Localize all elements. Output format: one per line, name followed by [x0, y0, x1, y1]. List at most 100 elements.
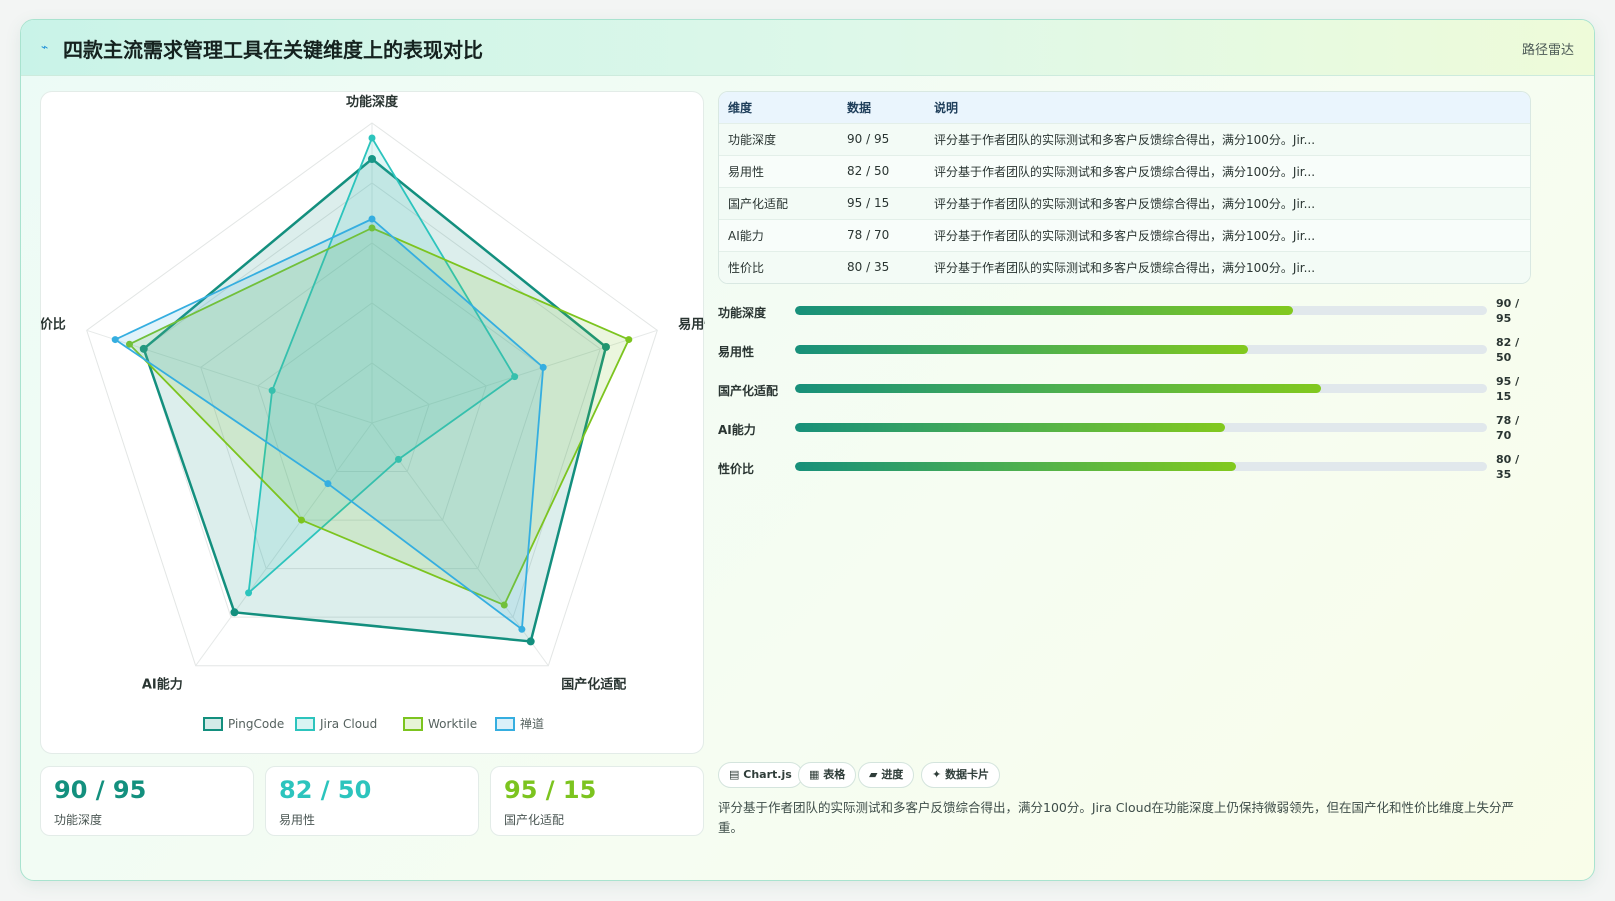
radar-point — [368, 215, 376, 223]
progress-label: AI能力 — [718, 423, 756, 437]
radar-point — [297, 516, 305, 524]
table-cell: 功能深度 — [728, 132, 777, 147]
stat-card-usability: 82 / 50 易用性 — [265, 766, 479, 836]
table-cell: 90 / 95 — [847, 132, 890, 146]
table-row: AI能力 78 / 70 评分基于作者团队的实际测试和多客户反馈综合得出，满分1… — [719, 219, 1530, 251]
radar-chart: 功能深度易用性国产化适配 AI能力 性价比 PingCode Jira Cloud Wo… — [41, 94, 705, 731]
table-header-row: 维度 数据 说明 — [719, 92, 1530, 123]
radar-point — [526, 637, 535, 646]
progress-icon: ▰ — [869, 768, 878, 781]
chip-chartjs[interactable]: ▤ Chart.js — [718, 762, 803, 788]
dashboard-card: ⌁ 四款主流需求管理工具在关键维度上的表现对比 路径雷达 功能深度易用性国产化适… — [20, 19, 1595, 881]
progress-track — [795, 306, 1487, 315]
progress-label: 易用性 — [718, 345, 755, 359]
stat-value: 95 / 15 — [504, 776, 597, 804]
progress-label: 国产化适配 — [718, 384, 779, 398]
legend-item-label: 禅道 — [520, 717, 544, 731]
progress-row: 易用性 82 / 50 — [718, 335, 1531, 367]
chip-label: 数据卡片 — [945, 768, 990, 781]
progress-track — [795, 384, 1487, 393]
sparkle-icon: ✦ — [932, 768, 942, 781]
table-cell: 评分基于作者团队的实际测试和多客户反馈综合得出，满分100分。Jir... — [934, 228, 1316, 243]
legend-item-label: PingCode — [228, 717, 284, 731]
progress-value: 80 / 35 — [1496, 453, 1520, 481]
legend-swatch — [495, 717, 515, 731]
radar-point — [324, 480, 332, 488]
radar-chart-panel: 功能深度易用性国产化适配 AI能力 性价比 PingCode Jira Cloud Wo… — [40, 91, 705, 754]
progress-fill — [795, 306, 1294, 315]
radar-axis-label: AI能力 — [142, 677, 183, 693]
footnote: 评分基于作者团队的实际测试和多客户反馈综合得出，满分100分。Jira Clou… — [718, 800, 1514, 835]
radar-axis-label: 国产化适配 — [561, 677, 626, 693]
progress-row: AI能力 78 / 70 — [718, 413, 1531, 445]
table-cell: 评分基于作者团队的实际测试和多客户反馈综合得出，满分100分。Jir... — [934, 164, 1316, 179]
chart-legend[interactable]: PingCode Jira Cloud Worktile 禅道 — [203, 717, 544, 731]
radar-point — [230, 608, 239, 617]
chip-table[interactable]: ▦ 表格 — [798, 762, 857, 788]
column-header-description: 说明 — [934, 100, 959, 115]
legend-swatch — [295, 717, 315, 731]
radar-axis-label: 功能深度 — [346, 94, 399, 110]
stat-card-localization: 95 / 15 国产化适配 — [490, 766, 704, 836]
table-cell: 易用性 — [728, 164, 765, 179]
table-row: 功能深度 90 / 95 评分基于作者团队的实际测试和多客户反馈综合得出，满分1… — [719, 123, 1530, 155]
table-row: 性价比 80 / 35 评分基于作者团队的实际测试和多客户反馈综合得出，满分10… — [719, 251, 1530, 283]
table-cell: AI能力 — [728, 228, 764, 243]
progress-label: 功能深度 — [718, 306, 767, 320]
table-row: 易用性 82 / 50 评分基于作者团队的实际测试和多客户反馈综合得出，满分10… — [719, 155, 1530, 187]
chip-label: 表格 — [823, 768, 846, 781]
progress-track — [795, 345, 1487, 354]
radar-point — [245, 589, 253, 597]
radar-series-layer — [111, 134, 633, 646]
table-cell: 评分基于作者团队的实际测试和多客户反馈综合得出，满分100分。Jir... — [934, 132, 1316, 147]
chip-data-card[interactable]: ✦ 数据卡片 — [921, 762, 1001, 788]
stat-value: 82 / 50 — [279, 776, 372, 804]
radar-point — [518, 625, 526, 633]
stat-value: 90 / 95 — [54, 776, 147, 804]
data-table: 维度 数据 说明 功能深度 90 / 95 评分基于作者团队的实际测试和多客户反… — [718, 91, 1531, 284]
table-cell: 评分基于作者团队的实际测试和多客户反馈综合得出，满分100分。Jir... — [934, 260, 1316, 275]
radar-axis-label: 易用性 — [678, 316, 705, 332]
legend-item-label: Jira Cloud — [319, 717, 377, 731]
column-header-dimension: 维度 — [728, 100, 753, 115]
progress-row: 性价比 80 / 35 — [718, 452, 1531, 484]
stat-card-feature-depth: 90 / 95 功能深度 — [40, 766, 254, 836]
radar-axis-label: 性价比 — [41, 316, 66, 332]
progress-value: 90 / 95 — [1496, 297, 1520, 325]
progress-track — [795, 423, 1487, 432]
stat-label: 国产化适配 — [504, 813, 565, 827]
table-cell: 性价比 — [728, 260, 765, 275]
progress-label: 性价比 — [718, 462, 755, 476]
table-icon: ▦ — [809, 768, 820, 781]
chart-icon: ▤ — [729, 768, 740, 781]
progress-fill — [795, 423, 1226, 432]
header-bar: ⌁ 四款主流需求管理工具在关键维度上的表现对比 路径雷达 — [21, 20, 1594, 76]
stat-label: 易用性 — [279, 813, 316, 827]
progress-track — [795, 462, 1487, 471]
stat-label: 功能深度 — [54, 813, 103, 827]
table-row: 国产化适配 95 / 15 评分基于作者团队的实际测试和多客户反馈综合得出，满分… — [719, 187, 1530, 219]
radar-point — [625, 336, 633, 344]
radar-point — [111, 336, 119, 344]
legend-swatch — [403, 717, 423, 731]
radar-point — [368, 134, 376, 142]
progress-fill — [795, 462, 1236, 471]
progress-value: 95 / 15 — [1496, 375, 1520, 403]
table-cell: 国产化适配 — [728, 196, 789, 211]
column-header-data: 数据 — [847, 100, 872, 115]
progress-row: 功能深度 90 / 95 — [718, 296, 1531, 328]
page-title: 四款主流需求管理工具在关键维度上的表现对比 — [63, 38, 483, 62]
chip-label: Chart.js — [743, 768, 792, 781]
chip-progress[interactable]: ▰ 进度 — [858, 762, 915, 788]
wave-icon: ⌁ — [41, 40, 49, 54]
progress-fill — [795, 345, 1249, 354]
progress-value: 82 / 50 — [1496, 336, 1520, 364]
legend-item-label: Worktile — [428, 717, 477, 731]
legend-swatch — [203, 717, 223, 731]
table-cell: 80 / 35 — [847, 260, 890, 275]
radar-point — [539, 363, 547, 371]
table-cell: 95 / 15 — [847, 196, 890, 210]
progress-row: 国产化适配 95 / 15 — [718, 374, 1531, 406]
table-cell: 78 / 70 — [847, 228, 890, 242]
table-cell: 评分基于作者团队的实际测试和多客户反馈综合得出，满分100分。Jir... — [934, 196, 1316, 211]
